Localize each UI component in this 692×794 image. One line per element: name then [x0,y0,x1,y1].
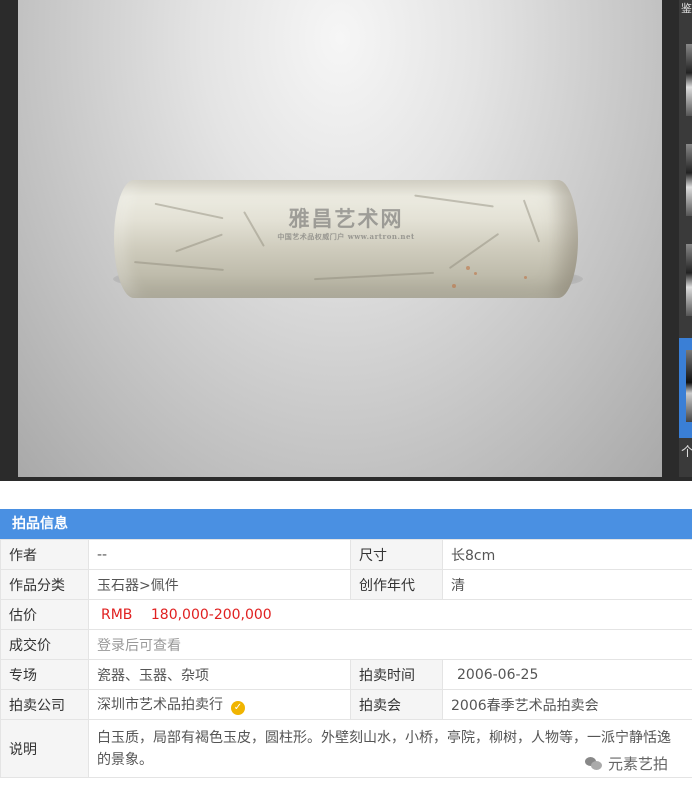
image-viewer: 雅昌艺术网 中国艺术品权威门户 www.artron.net 鉴 个 [0,0,692,481]
carving-line [134,261,224,271]
estimate-range: 180,000-200,000 [150,606,272,623]
russet-speck [474,272,477,275]
size-value: 长8cm [442,539,692,570]
session-value[interactable]: 瓷器、玉器、杂项 [88,659,351,690]
carving-line [175,233,223,253]
size-label: 尺寸 [350,539,443,570]
wechat-icon [584,757,603,771]
estimate-label: 估价 [0,599,89,630]
era-label: 创作年代 [350,569,443,600]
auction-house-label: 拍卖公司 [0,689,89,720]
table-row: 作者 -- 尺寸 长8cm [0,539,692,570]
era-value: 清 [442,569,692,600]
auction-date-value: 2006-06-25 [442,659,692,690]
author-value: -- [88,539,351,570]
estimate-value: RMB 180,000-200,000 [88,599,692,630]
description-label: 说明 [0,719,89,778]
session-label: 专场 [0,659,89,690]
carving-line [154,202,224,220]
category-value[interactable]: 玉石器>佩件 [88,569,351,600]
thumbnail-1[interactable] [686,44,692,116]
carving-line [243,211,265,247]
thumbnail-strip-label: 鉴 [681,2,692,15]
table-row: 专场 瓷器、玉器、杂项 拍卖时间 2006-06-25 [0,659,692,690]
brand-name: 元素艺拍 [607,755,668,773]
auction-event-label: 拍卖会 [350,689,443,720]
carving-line [314,271,434,281]
thumbnail-4-selected[interactable] [679,338,692,438]
russet-speck [452,284,456,288]
main-lot-image[interactable]: 雅昌艺术网 中国艺术品权威门户 www.artron.net [18,0,662,477]
table-row: 成交价 登录后可查看 [0,629,692,660]
russet-speck [466,266,470,270]
auction-house-value[interactable]: 深圳市艺术品拍卖行 ✓ [88,689,351,720]
artron-watermark: 雅昌艺术网 中国艺术品权威门户 www.artron.net [276,206,416,242]
watermark-text: 雅昌艺术网 [288,206,404,231]
table-row: 估价 RMB 180,000-200,000 [0,599,692,630]
auction-date-label: 拍卖时间 [350,659,443,690]
jade-cylinder: 雅昌艺术网 中国艺术品权威门户 www.artron.net [114,180,578,298]
thumbnail-3[interactable] [686,244,692,316]
table-row: 作品分类 玉石器>佩件 创作年代 清 [0,569,692,600]
estimate-currency: RMB [101,606,133,623]
thumbnail-strip: 鉴 个 [679,0,692,477]
auction-house-name[interactable]: 深圳市艺术品拍卖行 [97,697,223,713]
carving-line [522,199,541,243]
deal-price-label: 成交价 [0,629,89,660]
thumbnail-strip-footer: 个 [681,445,692,460]
russet-speck [524,276,527,279]
carving-line [414,194,494,208]
table-row: 拍卖公司 深圳市艺术品拍卖行 ✓ 拍卖会 2006春季艺术品拍卖会 [0,689,692,720]
brand-watermark: 元素艺拍 [582,754,670,774]
category-label: 作品分类 [0,569,89,600]
auction-event-value[interactable]: 2006春季艺术品拍卖会 [442,689,692,720]
auction-date-text: 2006-06-25 [457,666,539,683]
carving-line [448,232,500,270]
thumbnail-2[interactable] [686,144,692,216]
author-label: 作者 [0,539,89,570]
lot-info-table: 作者 -- 尺寸 长8cm 作品分类 玉石器>佩件 创作年代 清 估价 RMB … [0,539,692,778]
watermark-subtext: 中国艺术品权威门户 www.artron.net [277,232,415,241]
lot-info-header: 拍品信息 [0,509,692,539]
deal-price-login-link[interactable]: 登录后可查看 [88,629,692,660]
verified-badge-icon: ✓ [231,701,245,715]
